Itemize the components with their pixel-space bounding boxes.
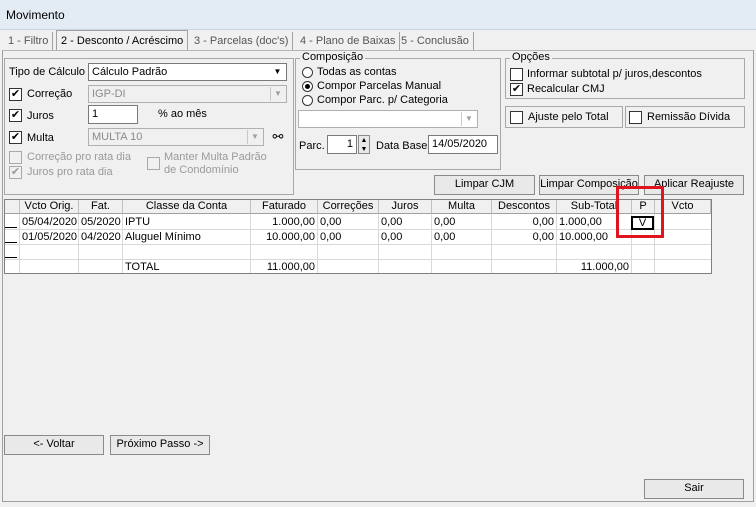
chevron-down-icon: ▼ bbox=[273, 67, 282, 76]
radio-todas-contas[interactable] bbox=[302, 67, 313, 78]
tipo-calculo-value: Cálculo Padrão bbox=[92, 66, 168, 78]
grid-header-multa[interactable]: Multa bbox=[432, 200, 492, 214]
highlight-box bbox=[616, 186, 664, 238]
multa-select[interactable]: MULTA 10 ▼ bbox=[88, 128, 264, 146]
correcao-select[interactable]: IGP-DI ▼ bbox=[88, 85, 287, 103]
table-cell: 0,00 bbox=[320, 216, 342, 228]
informar-subtotal-checkbox[interactable] bbox=[510, 68, 523, 81]
multa-checkbox[interactable]: ✔ bbox=[9, 131, 22, 144]
remissao-divida-checkbox[interactable] bbox=[629, 111, 642, 124]
sair-button[interactable]: Sair bbox=[644, 479, 744, 499]
table-cell: 0,00 bbox=[434, 231, 456, 243]
correcao-label: Correção bbox=[27, 88, 73, 100]
ajuste-total-checkbox[interactable] bbox=[510, 111, 523, 124]
tab-parcelas[interactable]: 3 - Parcelas (doc's) bbox=[190, 32, 294, 51]
tab-plano-baixas[interactable]: 4 - Plano de Baixas bbox=[296, 32, 401, 51]
juros-pro-rata-label: Juros pro rata dia bbox=[27, 166, 113, 178]
manter-multa-checkbox[interactable] bbox=[147, 157, 160, 170]
juros-checkbox[interactable]: ✔ bbox=[9, 109, 22, 122]
total-label: TOTAL bbox=[125, 261, 160, 273]
tipo-calculo-select[interactable]: Cálculo Padrão ▼ bbox=[88, 63, 287, 81]
juros-input[interactable]: 1 bbox=[88, 105, 138, 124]
recalcular-cmj-checkbox[interactable]: ✔ bbox=[510, 83, 523, 96]
table-cell: 0,00 bbox=[381, 231, 403, 243]
tab-filtro[interactable]: 1 - Filtro bbox=[4, 32, 54, 51]
categoria-select[interactable]: ▼ bbox=[298, 110, 478, 128]
data-base-input[interactable]: 14/05/2020 bbox=[428, 135, 498, 154]
parc-label: Parc. bbox=[299, 140, 325, 152]
binoculars-icon[interactable]: ⚯ bbox=[268, 128, 288, 146]
opcoes-title: Opções bbox=[510, 51, 552, 63]
chevron-down-icon: ▼ bbox=[247, 130, 262, 144]
table-cell: Aluguel Mínimo bbox=[125, 231, 201, 243]
table-cell: 0,00 bbox=[434, 216, 456, 228]
correcao-value: IGP-DI bbox=[92, 88, 126, 100]
table-cell: 05/04/2020 bbox=[22, 216, 78, 228]
limpar-cjm-button[interactable]: Limpar CJM bbox=[434, 175, 535, 195]
chevron-down-icon: ▼ bbox=[461, 112, 476, 126]
multa-label: Multa bbox=[27, 132, 54, 144]
parcelas-grid[interactable]: Vcto Orig. Fat. Classe da Conta Faturado… bbox=[4, 199, 712, 274]
juros-pro-rata-checkbox[interactable]: ✔ bbox=[9, 166, 22, 179]
grid-header-faturado[interactable]: Faturado bbox=[251, 200, 318, 214]
radio-compor-manual-label: Compor Parcelas Manual bbox=[317, 80, 442, 92]
grid-header-classe[interactable]: Classe da Conta bbox=[123, 200, 251, 214]
proximo-passo-button[interactable]: Próximo Passo -> bbox=[110, 435, 210, 455]
tipo-calculo-label: Tipo de Cálculo bbox=[9, 66, 86, 78]
remissao-divida-label: Remissão Dívida bbox=[647, 111, 731, 123]
total-faturado: 11.000,00 bbox=[266, 261, 315, 273]
total-subtotal: 11.000,00 bbox=[580, 261, 629, 273]
grid-header-correcoes[interactable]: Correções bbox=[318, 200, 379, 214]
correcao-pro-rata-checkbox[interactable] bbox=[9, 151, 22, 164]
table-cell: 1.000,00 bbox=[272, 216, 315, 228]
table-cell: 01/05/2020 bbox=[22, 231, 78, 243]
tab-desconto-acrescimo[interactable]: 2 - Desconto / Acréscimo bbox=[56, 30, 189, 51]
parc-spinner[interactable]: ▲ ▼ bbox=[358, 135, 370, 154]
correcao-pro-rata-label: Correção pro rata dia bbox=[27, 151, 131, 163]
chevron-down-icon: ▼ bbox=[270, 87, 285, 101]
table-cell bbox=[656, 230, 711, 244]
recalcular-cmj-label: Recalcular CMJ bbox=[527, 83, 605, 95]
voltar-button[interactable]: <- Voltar bbox=[4, 435, 104, 455]
grid-header-indicator bbox=[5, 200, 20, 214]
table-cell bbox=[656, 215, 711, 229]
table-cell: 0,00 bbox=[532, 231, 554, 243]
radio-compor-categoria-label: Compor Parc. p/ Categoria bbox=[317, 94, 448, 106]
table-cell: 0,00 bbox=[381, 216, 403, 228]
radio-compor-categoria[interactable] bbox=[302, 95, 313, 106]
title-bar: Movimento bbox=[0, 0, 756, 30]
informar-subtotal-label: Informar subtotal p/ juros,descontos bbox=[527, 68, 702, 80]
radio-todas-contas-label: Todas as contas bbox=[317, 66, 397, 78]
multa-value: MULTA 10 bbox=[92, 131, 143, 143]
table-cell: 0,00 bbox=[320, 231, 342, 243]
composicao-title: Composição bbox=[300, 51, 366, 63]
correcao-checkbox[interactable]: ✔ bbox=[9, 88, 22, 101]
row-indicator bbox=[5, 235, 17, 243]
grid-header-fat[interactable]: Fat. bbox=[79, 200, 123, 214]
juros-label: Juros bbox=[27, 110, 54, 122]
manter-multa-label-1: Manter Multa Padrão bbox=[164, 151, 267, 163]
grid-header-juros[interactable]: Juros bbox=[379, 200, 432, 214]
manter-multa-label-2: de Condomínio bbox=[164, 164, 239, 176]
tab-conclusao[interactable]: 5 - Conclusão bbox=[397, 32, 474, 51]
radio-compor-manual[interactable] bbox=[302, 81, 313, 92]
table-cell: IPTU bbox=[125, 216, 151, 228]
grid-header-vcto-orig[interactable]: Vcto Orig. bbox=[20, 200, 79, 214]
row-indicator bbox=[5, 220, 17, 228]
table-cell: 04/2020 bbox=[81, 231, 121, 243]
window-title: Movimento bbox=[6, 8, 65, 22]
table-cell: 05/2020 bbox=[81, 216, 121, 228]
grid-header-descontos[interactable]: Descontos bbox=[492, 200, 557, 214]
parc-input[interactable]: 1 bbox=[327, 135, 357, 154]
row-indicator bbox=[5, 250, 17, 258]
ajuste-total-label: Ajuste pelo Total bbox=[528, 111, 609, 123]
data-base-label: Data Base bbox=[376, 140, 428, 152]
juros-unit-label: % ao mês bbox=[158, 108, 207, 120]
table-cell: 10.000,00 bbox=[266, 231, 315, 243]
table-cell: 0,00 bbox=[532, 216, 554, 228]
